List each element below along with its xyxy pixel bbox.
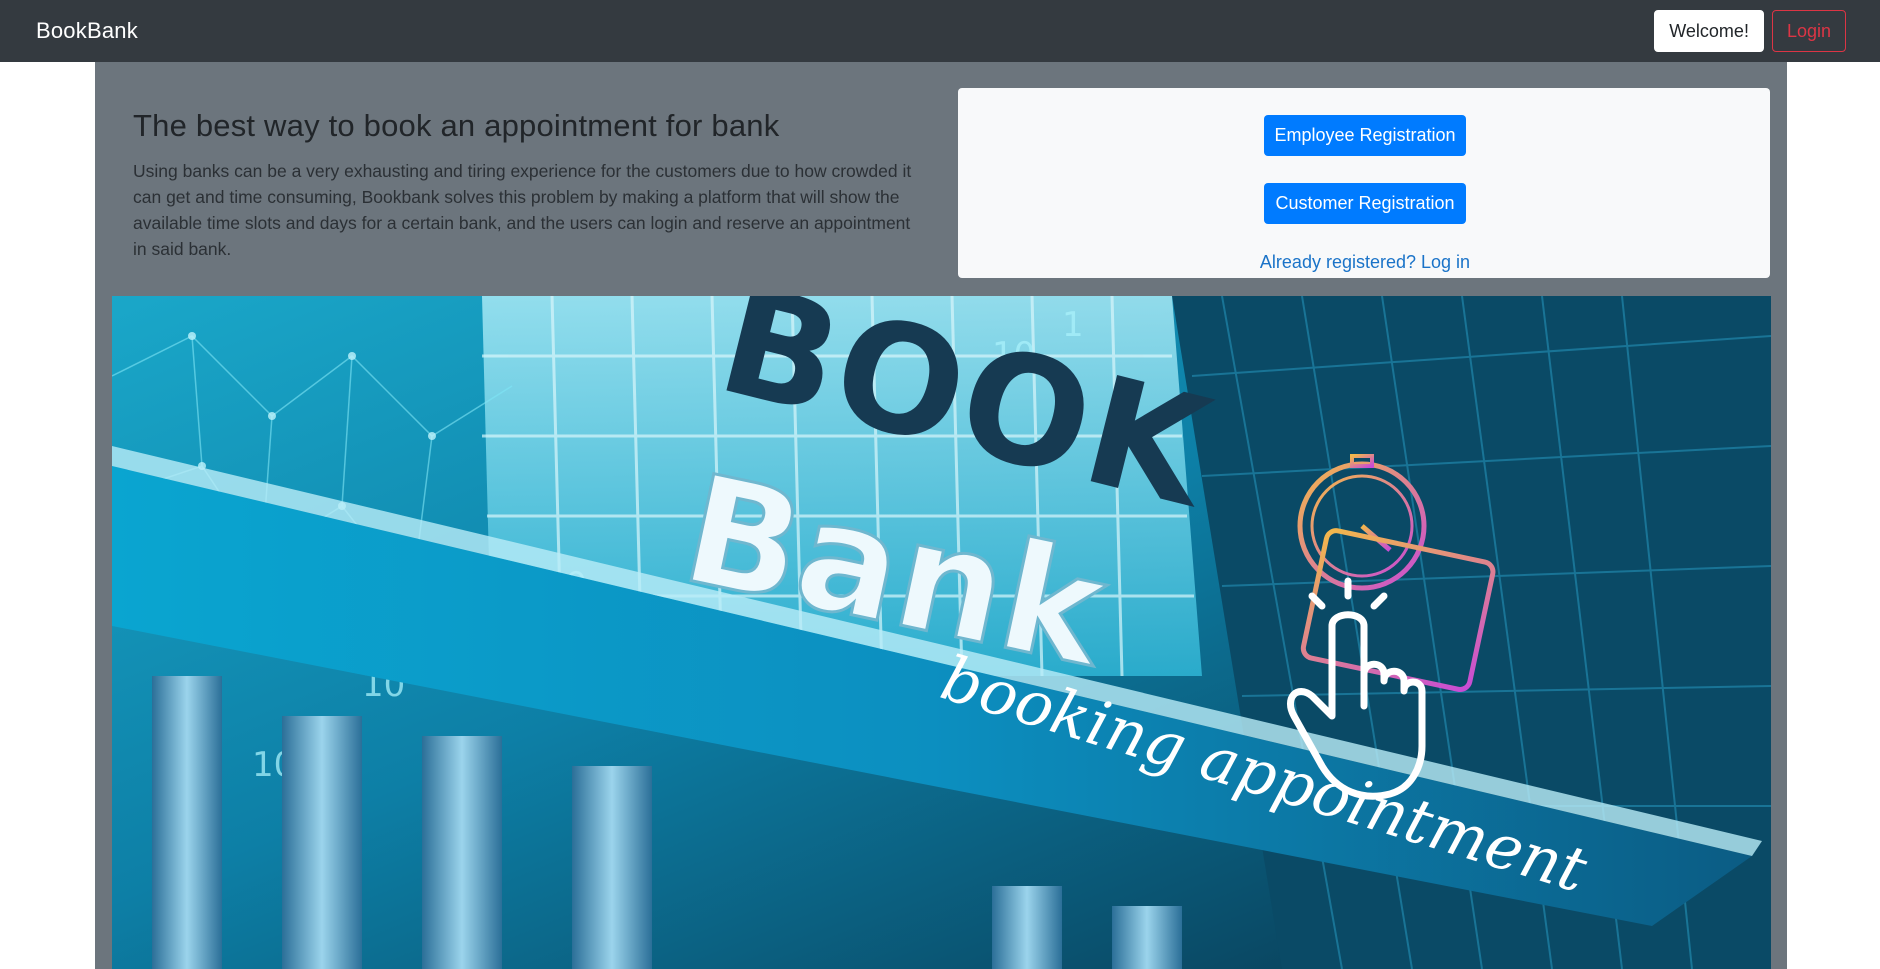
- intro-section: The best way to book an appointment for …: [133, 108, 913, 262]
- already-registered-login-link[interactable]: Already registered? Log in: [958, 252, 1770, 273]
- top-navbar: BookBank Welcome! Login: [0, 0, 1880, 62]
- hero-banner-image: 10 10 110 10 0 10 10 1 10: [112, 296, 1771, 969]
- welcome-button[interactable]: Welcome!: [1654, 10, 1764, 52]
- brand-logo[interactable]: BookBank: [36, 18, 138, 44]
- intro-description: Using banks can be a very exhausting and…: [133, 161, 912, 259]
- main-container: The best way to book an appointment for …: [95, 62, 1787, 969]
- login-button[interactable]: Login: [1771, 10, 1846, 52]
- employee-registration-button[interactable]: Employee Registration: [1264, 115, 1466, 156]
- registration-card: Employee Registration Customer Registrat…: [958, 88, 1770, 278]
- customer-registration-button[interactable]: Customer Registration: [1264, 183, 1466, 224]
- page-title: The best way to book an appointment for …: [133, 108, 780, 143]
- navbar-actions: Welcome! Login: [1654, 10, 1846, 52]
